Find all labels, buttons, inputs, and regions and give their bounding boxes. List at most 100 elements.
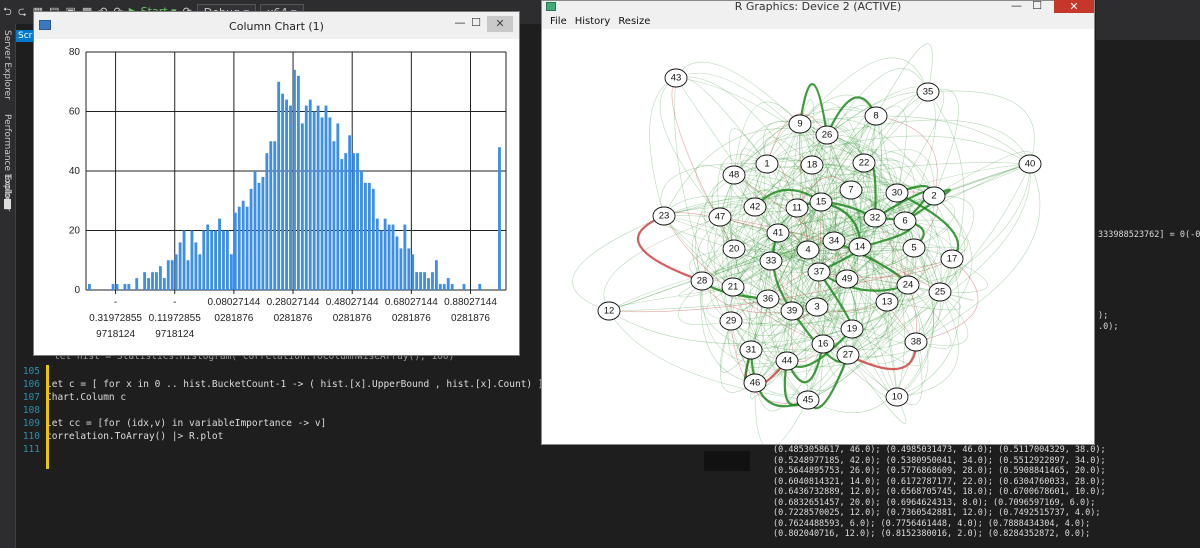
network-node: 4 <box>796 240 820 260</box>
network-node: 29 <box>719 311 743 331</box>
chart-bar <box>261 176 265 290</box>
chart-gridlines <box>86 51 506 294</box>
chart-bar <box>344 153 348 290</box>
x-tick-line1: 0.68027144 <box>385 297 438 308</box>
chart-bar <box>391 224 395 290</box>
network-edge <box>572 215 665 312</box>
chart-titlebar[interactable]: Column Chart (1) — ☐ ✕ <box>34 12 519 39</box>
network-node: 13 <box>875 292 899 312</box>
nav-forward-icon[interactable]: ⮎ <box>15 4 30 20</box>
r-titlebar[interactable]: R Graphics: Device 2 (ACTIVE) — ☐ ✕ <box>542 0 1094 13</box>
column-chart-window[interactable]: Column Chart (1) — ☐ ✕ 0 20 40 60 80 - 0.31972… <box>33 11 520 356</box>
node-label: 16 <box>818 339 829 350</box>
x-tick-line2: 0.11972855 <box>149 313 202 324</box>
r-menubar: File History Resize <box>542 13 1094 29</box>
network-node: 34 <box>822 231 846 251</box>
chart-bar <box>423 272 426 290</box>
chart-bar <box>300 123 304 291</box>
network-plot-canvas: 43 35 8 9 26 40 1 18 22 48 7 30 2 15 11 42 23 47 32 6 41 34 14… <box>542 29 1094 449</box>
x-tick-line2: 0281876 <box>333 313 372 324</box>
menu-history[interactable]: History <box>575 16 611 27</box>
chart-bar <box>328 117 332 290</box>
network-node: 32 <box>863 208 887 228</box>
side-tool-strip: Server Explorer Performance Explorer Too… <box>0 24 16 548</box>
r-minimize-icon[interactable]: — <box>1011 0 1022 12</box>
nav-back-icon[interactable]: ⮌ <box>0 4 15 20</box>
chart-bar <box>419 272 423 290</box>
chart-bar <box>383 218 387 290</box>
chart-bar <box>312 111 316 290</box>
chart-bar <box>462 284 466 290</box>
chart-bar <box>170 260 174 290</box>
node-label: 40 <box>1025 159 1036 170</box>
chart-bar <box>190 230 194 290</box>
chart-bar <box>340 159 344 290</box>
chart-bar <box>155 272 158 290</box>
x-tick-line3: 9718124 <box>155 329 194 340</box>
chart-bar <box>174 254 178 290</box>
chart-bar <box>88 284 91 290</box>
chart-bar <box>434 260 438 290</box>
chart-bar <box>245 206 249 290</box>
y-tick-label: 0 <box>74 285 80 296</box>
x-tick-line2: 0281876 <box>274 313 313 324</box>
chart-bar <box>296 75 300 290</box>
node-label: 43 <box>671 73 682 84</box>
console-top-strip <box>1096 0 1200 40</box>
console-lines: (0.4853058617, 46.0); (0.4985031473, 46.… <box>773 445 1106 540</box>
menu-file[interactable]: File <box>550 16 567 27</box>
x-tick-label: 0.48027144 0281876 <box>326 297 379 324</box>
node-label: 32 <box>870 213 881 224</box>
chart-bar <box>332 141 336 290</box>
x-tick-line2: 0281876 <box>392 313 431 324</box>
network-node: 26 <box>815 125 839 145</box>
console-output-line: (0.5248977185, 42.0); (0.5380950041, 34.… <box>773 455 1106 466</box>
r-maximize-icon[interactable]: ☐ <box>1032 0 1042 12</box>
console-right-line: ); <box>1098 311 1109 321</box>
minimize-icon[interactable]: — <box>453 16 467 30</box>
network-node: 6 <box>893 211 917 231</box>
network-node: 33 <box>759 251 783 271</box>
chart-bar <box>182 230 186 290</box>
node-label: 25 <box>935 287 946 298</box>
chart-bar <box>249 188 253 290</box>
node-label: 8 <box>873 111 878 122</box>
node-label: 9 <box>797 119 802 130</box>
x-tick-line1: - <box>173 297 176 308</box>
network-node: 15 <box>809 192 833 212</box>
chart-bar <box>308 99 312 290</box>
chart-bar <box>257 182 261 290</box>
console-output-line: (0.6436732889, 12.0); (0.6568705745, 18.… <box>773 487 1106 497</box>
network-node: 31 <box>739 340 763 360</box>
node-label: 46 <box>750 378 761 389</box>
r-graphics-window[interactable]: R Graphics: Device 2 (ACTIVE) — ☐ ✕ File… <box>541 0 1095 449</box>
network-node: 35 <box>916 82 940 102</box>
console-output: (0.4853058617, 46.0); (0.4985031473, 46.… <box>541 445 1200 548</box>
x-tick-line2: 0.31972855 <box>89 313 142 324</box>
node-label: 36 <box>763 294 774 305</box>
chart-bar <box>324 105 328 290</box>
chart-bar <box>127 284 131 290</box>
chart-bar <box>375 218 379 290</box>
node-label: 48 <box>729 170 740 181</box>
chart-bars <box>88 69 501 291</box>
r-close-button[interactable]: ✕ <box>1054 0 1094 13</box>
chart-bar <box>450 284 454 290</box>
console-output-line: (0.6832651457, 20.0); (0.6964624313, 8.0… <box>773 497 1096 508</box>
chart-bar <box>367 182 371 290</box>
network-edge <box>663 215 824 345</box>
chart-close-button[interactable]: ✕ <box>487 16 513 32</box>
node-label: 49 <box>842 274 853 285</box>
network-node: 19 <box>840 319 864 339</box>
changed-lines-bar <box>46 365 49 469</box>
node-label: 1 <box>764 159 769 170</box>
maximize-icon[interactable]: ☐ <box>469 16 483 30</box>
network-node: 18 <box>800 155 824 175</box>
chart-bar <box>403 224 407 290</box>
network-node: 2 <box>922 186 946 206</box>
network-node: 5 <box>902 238 926 258</box>
console-dark-box <box>704 451 750 471</box>
menu-resize[interactable]: Resize <box>618 16 650 27</box>
node-label: 27 <box>843 350 854 361</box>
server-explorer-tab[interactable]: Server Explorer <box>2 30 12 100</box>
